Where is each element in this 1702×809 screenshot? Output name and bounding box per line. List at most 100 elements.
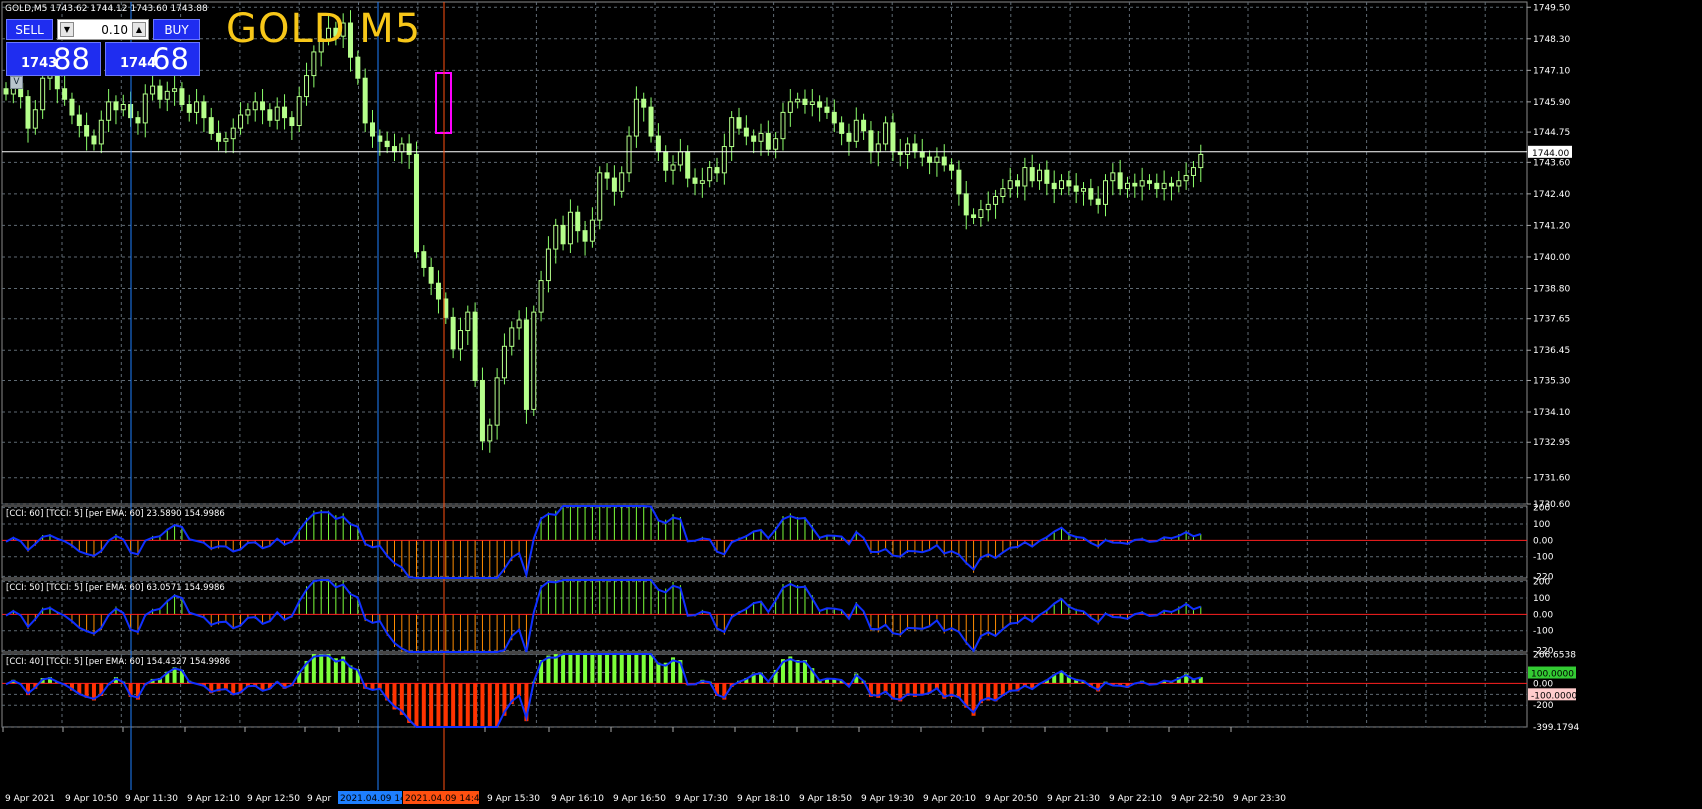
candle-body [142, 93, 148, 124]
time-axis-label: 9 Apr 22:10 [1109, 794, 1162, 804]
buy-price-display[interactable]: 1744 68 [105, 42, 200, 76]
candle-body [252, 101, 258, 111]
time-axis-label: 9 Apr 17:30 [675, 794, 728, 804]
candle-body [927, 156, 933, 163]
symbol-header: GOLD,M5 1743.62 1744.12 1743.60 1743.88 [5, 4, 208, 14]
candle-body [296, 96, 302, 127]
marker-time-label-orange: 2021.04.09 14:45 [405, 794, 485, 804]
buy-button[interactable]: BUY [153, 19, 200, 40]
candle-body [216, 132, 222, 142]
candle-body [472, 311, 478, 381]
candle-body [69, 98, 75, 116]
candle-body [1146, 180, 1152, 184]
candle-body [619, 172, 625, 192]
candle-body [780, 111, 786, 140]
candle-body [611, 177, 617, 192]
candle-body [692, 177, 698, 184]
candle-body [1168, 182, 1174, 187]
candle-body [179, 88, 185, 106]
time-axis-label: 9 Apr 19:30 [861, 794, 914, 804]
candle-body [509, 327, 515, 347]
time-axis-label: 9 Apr 10:50 [65, 794, 118, 804]
candle-body [743, 127, 749, 137]
candle-body [575, 211, 581, 232]
candle-body [773, 138, 779, 150]
candle-body [956, 169, 962, 195]
indicator-level-label: 0.00 [1533, 610, 1553, 620]
price-tick-label: 1744.75 [1533, 128, 1570, 138]
time-axis-label: 9 Apr 20:10 [923, 794, 976, 804]
candle-body [853, 119, 859, 142]
candle-body [765, 132, 771, 150]
indicator-level-label: 266.6538 [1533, 650, 1576, 660]
time-axis-label: 9 Apr 20:50 [985, 794, 1038, 804]
candle-body [399, 143, 405, 153]
candle-body [494, 377, 500, 426]
time-axis-label: 9 Apr 21:30 [1047, 794, 1100, 804]
candle-body [721, 146, 727, 174]
candle-body [274, 106, 280, 121]
sell-price-display[interactable]: 1743 88 [6, 42, 101, 76]
candle-body [465, 311, 471, 332]
time-axis-label: 9 Apr 22:50 [1171, 794, 1224, 804]
candle-body [648, 106, 654, 137]
indicator-level-label: -100 [1533, 553, 1554, 563]
lot-size-control: ▼ ▲ [57, 19, 149, 40]
lot-size-input[interactable] [78, 22, 128, 37]
current-price-label: 1744.00 [1532, 149, 1569, 159]
candle-body [84, 125, 90, 137]
lot-decrease-arrow-icon[interactable]: ▼ [60, 22, 74, 37]
price-tick-label: 1748.30 [1533, 35, 1570, 45]
candle-body [487, 424, 493, 442]
candle-body [868, 130, 874, 153]
candle-body [32, 109, 38, 129]
chart-canvas[interactable]: 1749.50 1748.30 1747.10 1745.90 1744.75 1743.… [0, 0, 1702, 809]
indicator-level-label: 200 [1533, 504, 1550, 514]
indicator-panel-frame [1, 653, 1528, 728]
candle-body [839, 122, 845, 134]
candle-body [1044, 169, 1050, 184]
candle-body [1022, 167, 1028, 187]
lot-increase-arrow-icon[interactable]: ▲ [132, 22, 146, 37]
buy-price-prefix: 1744 [120, 56, 157, 71]
candle-body [1029, 167, 1035, 182]
candle-body [1103, 180, 1108, 205]
candle-body [677, 151, 683, 166]
candle-body [912, 143, 918, 153]
candle-body [553, 224, 559, 250]
sell-button[interactable]: SELL [6, 19, 53, 40]
candle-body [172, 88, 178, 92]
candle-body [919, 151, 925, 158]
candle-body [736, 117, 742, 129]
candle-body [54, 75, 60, 90]
price-tick-label: 1740.00 [1533, 253, 1570, 263]
candle-body [421, 251, 427, 268]
indicator-level-label: 100.0000 [1531, 670, 1574, 680]
candle-body [1073, 185, 1079, 192]
candle-body [501, 345, 507, 379]
buy-price-pips: 68 [152, 42, 189, 76]
candle-body [883, 122, 889, 145]
candle-body [1161, 182, 1167, 190]
candle-body [817, 101, 823, 108]
candle-body [62, 88, 68, 100]
candle-body [230, 127, 236, 140]
time-axis-label: 9 Apr 12:10 [187, 794, 240, 804]
candle-body [98, 119, 104, 145]
sell-price-prefix: 1743 [21, 56, 58, 71]
price-tick-label: 1747.10 [1533, 66, 1570, 76]
candle-body [905, 143, 911, 155]
candle-body [194, 101, 200, 113]
indicator-label: [CCI: 60] [TCCI: 5] [per EMA: 60] 23.589… [6, 509, 225, 519]
candle-body [223, 138, 229, 142]
candle-body [1007, 180, 1013, 190]
price-tick-label: 1736.45 [1533, 346, 1570, 356]
candle-body [435, 282, 441, 300]
candle-body [890, 122, 896, 153]
candle-body [428, 266, 434, 284]
candle-body [597, 172, 603, 221]
indicator-level-label: 100 [1533, 520, 1550, 530]
candle-body [413, 153, 419, 253]
candle-body [861, 119, 867, 132]
one-click-toggle-icon[interactable]: V [10, 76, 23, 89]
